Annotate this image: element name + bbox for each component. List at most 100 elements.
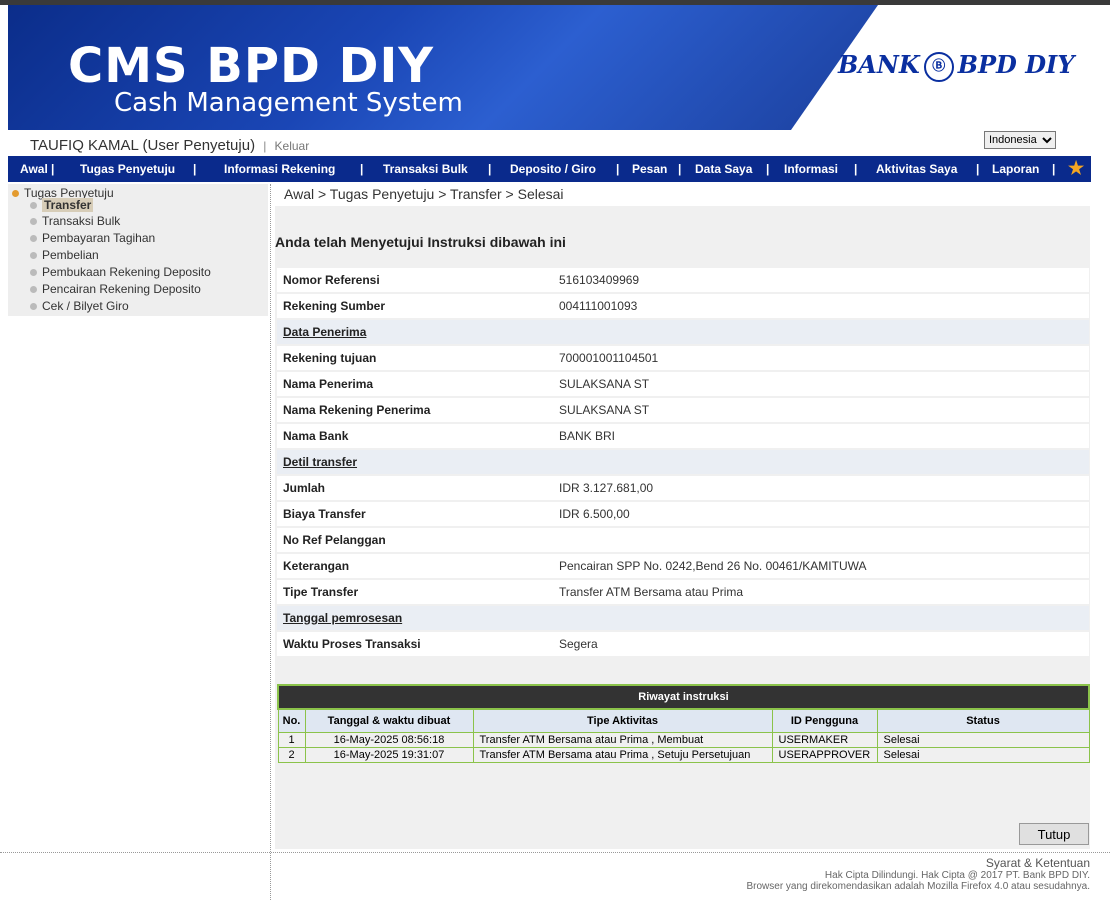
- main-nav: Awal | Tugas Penyetuju | Informasi Reken…: [8, 156, 1091, 182]
- table-row: 1 16-May-2025 08:56:18 Transfer ATM Bers…: [277, 732, 1090, 748]
- sidebar-item-label: Pencairan Rekening Deposito: [42, 282, 201, 296]
- cell-user-id: USERMAKER: [771, 732, 878, 748]
- app-title: CMS BPD DIY: [68, 38, 435, 94]
- cell-status: Selesai: [876, 747, 1090, 763]
- close-button[interactable]: Tutup: [1019, 823, 1089, 845]
- sidebar-item-transfer[interactable]: Transfer: [30, 198, 94, 212]
- detail-row: Keterangan Pencairan SPP No. 0242,Bend 26…: [277, 554, 1089, 578]
- sidebar-item-label: Transfer: [42, 198, 94, 212]
- row-label: Nama Bank: [277, 424, 551, 448]
- cell-no: 2: [277, 747, 306, 763]
- nav-transaksi-bulk[interactable]: Transaksi Bulk: [383, 162, 468, 176]
- bullet-icon: [30, 235, 37, 243]
- col-header: No.: [277, 708, 306, 733]
- detail-row: Waktu Proses Transaksi Segera: [277, 632, 1089, 656]
- sidebar-item-label: Transaksi Bulk: [42, 214, 121, 228]
- nav-divider: |: [854, 162, 858, 176]
- sidebar-item-cek-bilyet-giro[interactable]: Cek / Bilyet Giro: [30, 299, 129, 313]
- cell-status: Selesai: [876, 732, 1090, 748]
- detail-row: Nama Bank BANK BRI: [277, 424, 1089, 448]
- detail-row: Tipe Transfer Transfer ATM Bersama atau P…: [277, 580, 1089, 604]
- user-info: TAUFIQ KAMAL (User Penyetuju) | Keluar: [30, 137, 309, 154]
- history-caption: Riwayat instruksi: [277, 684, 1090, 710]
- nav-pesan[interactable]: Pesan: [632, 162, 667, 176]
- terms-link[interactable]: Syarat & Ketentuan: [746, 856, 1090, 870]
- bullet-icon: [30, 252, 37, 260]
- header-banner: CMS BPD DIY Cash Management System BANK Ⓑ…: [0, 0, 1110, 130]
- divider-horizontal: [0, 852, 1110, 853]
- cell-datetime: 16-May-2025 19:31:07: [304, 747, 474, 763]
- breadcrumb: Awal > Tugas Penyetuju > Transfer > Sele…: [284, 186, 564, 202]
- row-value: BANK BRI: [551, 424, 1089, 448]
- top-strip: [0, 0, 1110, 5]
- user-name: TAUFIQ KAMAL (User Penyetuju): [30, 137, 256, 154]
- col-header: Tipe Aktivitas: [472, 708, 773, 733]
- nav-divider: |: [766, 162, 770, 176]
- detail-row: Biaya Transfer IDR 6.500,00: [277, 502, 1089, 526]
- sidebar-item-transaksi-bulk[interactable]: Transaksi Bulk: [30, 214, 120, 228]
- row-value: SULAKSANA ST: [551, 398, 1089, 422]
- nav-divider: |: [51, 162, 55, 176]
- sidebar-item-pembayaran-tagihan[interactable]: Pembayaran Tagihan: [30, 231, 155, 245]
- transfer-detail-table: Nomor Referensi 516103409969 Rekening Sum…: [277, 266, 1089, 658]
- logo-text-left: BANK: [838, 50, 920, 79]
- nav-divider: |: [360, 162, 364, 176]
- divider-vertical: [270, 184, 271, 900]
- cell-activity: Transfer ATM Bersama atau Prima , Setuju…: [472, 747, 773, 763]
- row-value: IDR 6.500,00: [551, 502, 1089, 526]
- detail-row: Nama Penerima SULAKSANA ST: [277, 372, 1089, 396]
- bullet-icon: [30, 286, 37, 294]
- instruction-history-table: Riwayat instruksi No. Tanggal & waktu di…: [277, 684, 1090, 763]
- row-label: Biaya Transfer: [277, 502, 551, 526]
- row-value: IDR 3.127.681,00: [551, 476, 1089, 500]
- col-header: Tanggal & waktu dibuat: [304, 708, 474, 733]
- sidebar-item-label: Pembukaan Rekening Deposito: [42, 265, 211, 279]
- sidebar-item-pembukaan-deposito[interactable]: Pembukaan Rekening Deposito: [30, 265, 211, 279]
- separator: |: [263, 139, 267, 153]
- row-label: Rekening tujuan: [277, 346, 551, 370]
- sidebar-item-pencairan-deposito[interactable]: Pencairan Rekening Deposito: [30, 282, 201, 296]
- section-filler: [551, 320, 1089, 344]
- page-heading: Anda telah Menyetujui Instruksi dibawah …: [275, 234, 566, 250]
- nav-tugas-penyetuju[interactable]: Tugas Penyetuju: [80, 162, 175, 176]
- bullet-icon: [30, 218, 37, 226]
- nav-laporan[interactable]: Laporan: [992, 162, 1039, 176]
- favorite-star-icon[interactable]: ★: [1068, 158, 1084, 179]
- copyright-text: Hak Cipta Dilindungi. Hak Cipta @ 2017 P…: [824, 870, 1090, 881]
- language-select[interactable]: Indonesia: [984, 131, 1056, 149]
- nav-awal[interactable]: Awal: [20, 162, 48, 176]
- nav-informasi-rekening[interactable]: Informasi Rekening: [224, 162, 335, 176]
- row-value: SULAKSANA ST: [551, 372, 1089, 396]
- section-filler: [551, 606, 1089, 630]
- logout-link[interactable]: Keluar: [275, 139, 310, 153]
- app-subtitle: Cash Management System: [114, 88, 463, 118]
- section-title: Tanggal pemrosesan: [277, 606, 551, 630]
- logo-text-right: BPD DIY: [957, 50, 1075, 79]
- sidebar-item-label: Pembelian: [42, 248, 99, 262]
- row-label: No Ref Pelanggan: [277, 528, 551, 552]
- nav-informasi[interactable]: Informasi: [784, 162, 838, 176]
- sidebar-item-label: Cek / Bilyet Giro: [42, 299, 129, 313]
- bank-emblem-icon: Ⓑ: [923, 51, 954, 82]
- nav-divider: |: [976, 162, 980, 176]
- detail-row: Nomor Referensi 516103409969: [277, 268, 1089, 292]
- cell-no: 1: [277, 732, 306, 748]
- row-label: Tipe Transfer: [277, 580, 551, 604]
- col-header: Status: [876, 708, 1090, 733]
- table-row: 2 16-May-2025 19:31:07 Transfer ATM Bers…: [277, 747, 1090, 763]
- nav-divider: |: [1052, 162, 1056, 176]
- row-label: Rekening Sumber: [277, 294, 551, 318]
- footer: Syarat & Ketentuan Hak Cipta Dilindungi.…: [746, 856, 1090, 892]
- sidebar-item-pembelian[interactable]: Pembelian: [30, 248, 99, 262]
- sidebar-item-label: Pembayaran Tagihan: [42, 231, 156, 245]
- nav-data-saya[interactable]: Data Saya: [695, 162, 752, 176]
- detail-row: No Ref Pelanggan: [277, 528, 1089, 552]
- nav-aktivitas-saya[interactable]: Aktivitas Saya: [876, 162, 957, 176]
- cell-activity: Transfer ATM Bersama atau Prima , Membua…: [472, 732, 773, 748]
- row-value: Segera: [551, 632, 1089, 656]
- nav-divider: |: [488, 162, 492, 176]
- row-value: Transfer ATM Bersama atau Prima: [551, 580, 1089, 604]
- col-header: ID Pengguna: [771, 708, 878, 733]
- detail-row: Rekening Sumber 004111001093: [277, 294, 1089, 318]
- nav-deposito-giro[interactable]: Deposito / Giro: [510, 162, 596, 176]
